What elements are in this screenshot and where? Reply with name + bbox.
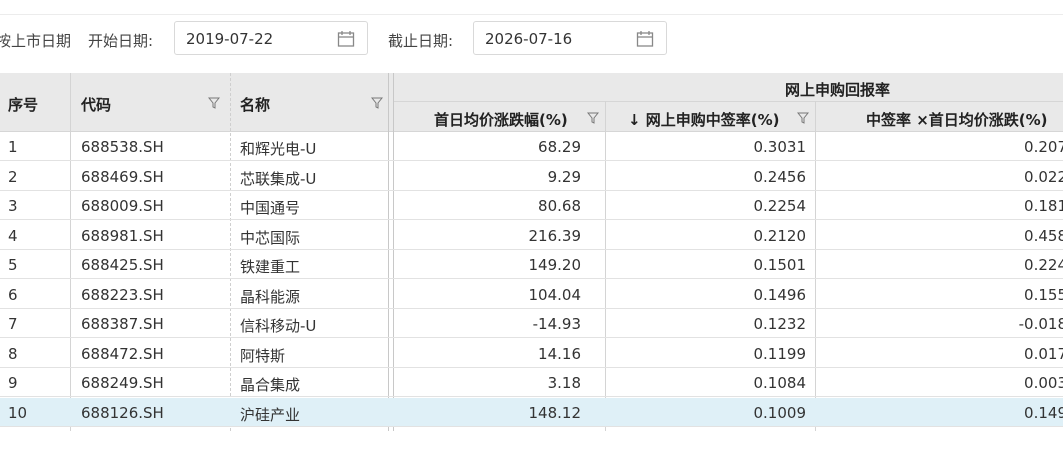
cell-first-day-change: 216.39 [528, 226, 582, 245]
ipo-table: 网上申购回报率 序号 代码 名称 首日均价涨跌幅(%) ↓ 网上申购中签率(%)… [0, 73, 1063, 431]
cell-name: 信科移动-U [240, 317, 317, 335]
cell-index: 4 [8, 226, 18, 245]
cell-code: 688538.SH [81, 138, 164, 156]
cell-name: 和辉光电-U [240, 140, 317, 158]
cell-code: 688469.SH [81, 167, 164, 186]
filter-funnel-icon[interactable] [797, 112, 809, 124]
start-date-value: 2019-07-22 [186, 30, 274, 48]
cell-first-day-change: 3.18 [547, 374, 581, 392]
cell-index: 2 [8, 167, 18, 186]
top-divider [0, 14, 1063, 15]
column-header-index[interactable]: 序号 [8, 94, 38, 115]
cell-code: 688472.SH [81, 344, 164, 363]
cell-return: -0.018 [1018, 315, 1063, 333]
table-row[interactable]: 4 688981.SH 中芯国际 216.39 0.2120 0.458 [0, 221, 1063, 250]
cell-win-rate: 0.1501 [753, 256, 807, 274]
filter-funnel-icon[interactable] [208, 97, 220, 109]
cell-return: 0.181 [1024, 197, 1063, 215]
cell-return: 0.155 [1024, 285, 1063, 304]
cell-index: 6 [8, 285, 18, 304]
cell-first-day-change: -14.93 [532, 315, 581, 333]
table-row[interactable]: 5 688425.SH 铁建重工 149.20 0.1501 0.224 [0, 250, 1063, 279]
table-row[interactable]: 3 688009.SH 中国通号 80.68 0.2254 0.181 [0, 191, 1063, 220]
cell-name: 晶合集成 [240, 376, 301, 394]
calendar-icon[interactable] [636, 30, 654, 48]
table-row[interactable]: 2 688469.SH 芯联集成-U 9.29 0.2456 0.022 [0, 162, 1063, 191]
cell-first-day-change: 68.29 [538, 138, 581, 156]
cell-index: 1 [8, 138, 18, 156]
cell-win-rate: 0.3031 [753, 138, 807, 156]
cell-win-rate: 0.2456 [753, 167, 807, 186]
cell-code: 688126.SH [81, 403, 164, 422]
cell-first-day-change: 104.04 [528, 285, 582, 304]
cell-index: 3 [8, 197, 18, 215]
group-header-divider [393, 101, 1063, 102]
cell-code: 688981.SH [81, 226, 164, 245]
table-row[interactable]: 8 688472.SH 阿特斯 14.16 0.1199 0.017 [0, 339, 1063, 368]
cell-return: 0.458 [1024, 226, 1063, 245]
table-row[interactable]: 9 688249.SH 晶合集成 3.18 0.1084 0.003 [0, 368, 1063, 397]
date-filter-bar: 按上市日期 开始日期: 2019-07-22 截止日期: 2026-07-16 [0, 21, 1063, 57]
cell-win-rate: 0.1496 [753, 285, 807, 304]
cell-return: 0.017 [1024, 344, 1063, 363]
cell-return: 0.224 [1024, 256, 1063, 274]
cell-win-rate: 0.1199 [753, 344, 807, 363]
column-header-win-rate[interactable]: ↓ 网上申购中签率(%) [628, 109, 780, 130]
cell-return: 0.003 [1024, 374, 1063, 392]
group-header-title: 网上申购回报率 [785, 81, 891, 99]
cell-code: 688425.SH [81, 256, 164, 274]
cell-name: 芯联集成-U [240, 169, 317, 188]
cell-first-day-change: 14.16 [538, 344, 581, 363]
end-date-value: 2026-07-16 [485, 30, 573, 48]
cell-first-day-change: 149.20 [528, 256, 582, 274]
cell-first-day-change: 148.12 [528, 403, 582, 422]
cell-name: 中国通号 [240, 199, 301, 217]
calendar-icon[interactable] [337, 30, 355, 48]
start-date-input[interactable]: 2019-07-22 [174, 21, 368, 55]
column-header-return[interactable]: 中签率 ×首日均价涨跌(%) [866, 109, 1048, 130]
cell-index: 7 [8, 315, 18, 333]
table-row[interactable]: 7 688387.SH 信科移动-U -14.93 0.1232 -0.018 [0, 309, 1063, 338]
cell-index: 8 [8, 344, 18, 363]
filter-funnel-icon[interactable] [587, 112, 599, 124]
filter-funnel-icon[interactable] [371, 97, 383, 109]
cell-win-rate: 0.2120 [753, 226, 807, 245]
cell-index: 10 [8, 403, 28, 422]
cell-win-rate: 0.1232 [753, 315, 807, 333]
cell-index: 9 [8, 374, 18, 392]
cell-code: 688387.SH [81, 315, 164, 333]
cell-win-rate: 0.2254 [753, 197, 807, 215]
table-row[interactable]: 1 688538.SH 和辉光电-U 68.29 0.3031 0.207 [0, 132, 1063, 161]
cell-name: 晶科能源 [240, 287, 301, 306]
cell-win-rate: 0.1009 [753, 403, 807, 422]
column-header-name[interactable]: 名称 [240, 94, 270, 115]
cell-first-day-change: 80.68 [538, 197, 581, 215]
cell-first-day-change: 9.29 [547, 167, 581, 186]
start-date-label: 开始日期: [88, 32, 154, 50]
cell-name: 铁建重工 [240, 258, 301, 276]
column-header-first-day-change[interactable]: 首日均价涨跌幅(%) [434, 109, 568, 130]
cell-return: 0.207 [1024, 138, 1063, 156]
cell-code: 688009.SH [81, 197, 164, 215]
cell-name: 沪硅产业 [240, 405, 301, 424]
cell-index: 5 [8, 256, 18, 274]
table-row[interactable]: 10 688126.SH 沪硅产业 148.12 0.1009 0.149 [0, 397, 1063, 427]
column-header-code[interactable]: 代码 [81, 94, 111, 115]
cell-return: 0.149 [1024, 403, 1063, 422]
cell-name: 中芯国际 [240, 228, 301, 247]
cell-win-rate: 0.1084 [753, 374, 807, 392]
cell-code: 688223.SH [81, 285, 164, 304]
cell-return: 0.022 [1024, 167, 1063, 186]
end-date-label: 截止日期: [388, 32, 454, 50]
market-date-label: 按上市日期 [0, 32, 72, 50]
cell-name: 阿特斯 [240, 346, 286, 365]
end-date-input[interactable]: 2026-07-16 [473, 21, 667, 55]
cell-code: 688249.SH [81, 374, 164, 392]
table-row[interactable]: 6 688223.SH 晶科能源 104.04 0.1496 0.155 [0, 280, 1063, 309]
